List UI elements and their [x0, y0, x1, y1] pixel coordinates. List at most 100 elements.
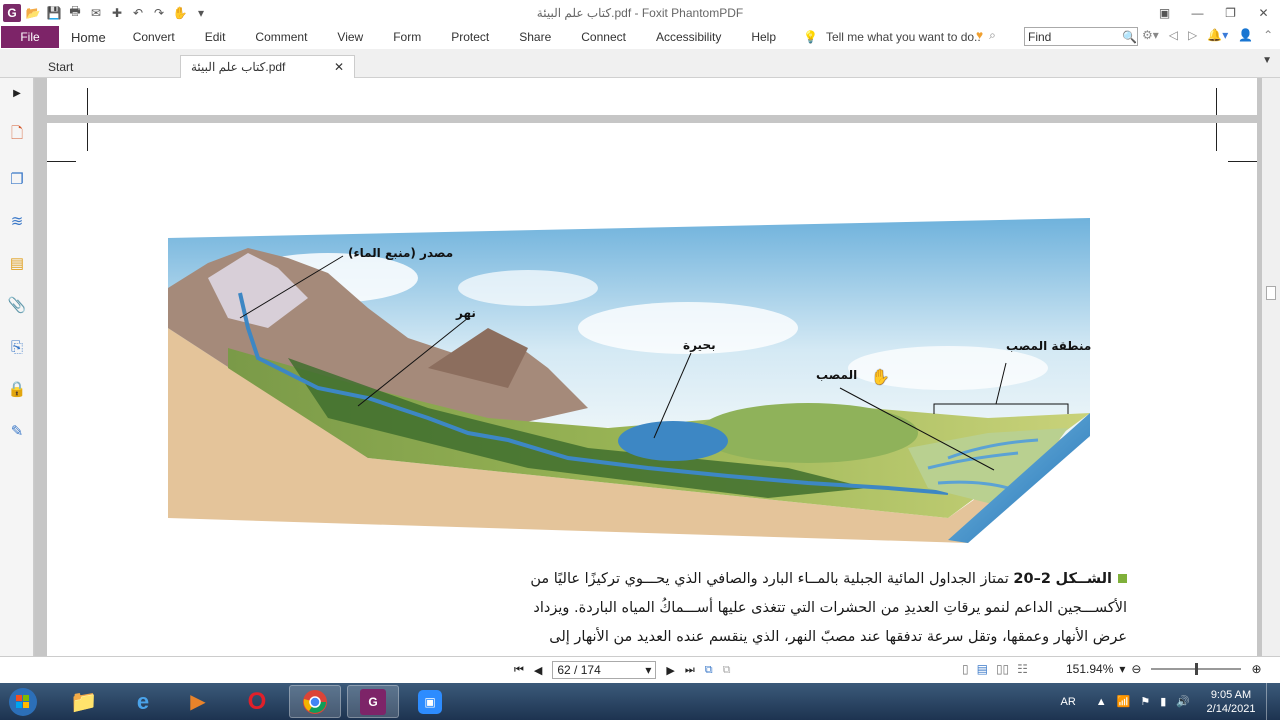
zoom-slider[interactable]	[1151, 663, 1242, 675]
zoom-slider-handle[interactable]	[1195, 663, 1199, 675]
email-icon[interactable]: ✉	[87, 4, 105, 22]
network-icon[interactable]: 📶	[1117, 695, 1131, 708]
tab-list-icon[interactable]: ▼	[1262, 55, 1272, 66]
redo-icon[interactable]: ↷	[150, 4, 168, 22]
previous-view-icon[interactable]: ⧉	[705, 664, 713, 677]
battery-icon[interactable]: ▮	[1160, 695, 1166, 708]
menu-home[interactable]: Home	[59, 30, 118, 45]
language-indicator[interactable]: AR	[1060, 696, 1075, 708]
open-icon[interactable]: 📂	[24, 4, 42, 22]
tell-me-box[interactable]: 💡 Tell me what you want to do..	[803, 30, 981, 44]
save-icon[interactable]: 💾	[45, 4, 63, 22]
tab-start[interactable]: Start	[38, 55, 178, 78]
menu-edit[interactable]: Edit	[190, 30, 241, 44]
search-icon[interactable]: 🔍	[1122, 30, 1137, 44]
expand-panel-icon[interactable]: ▶	[6, 82, 28, 104]
print-icon[interactable]: 🖶	[66, 4, 84, 22]
minimize-button[interactable]: —	[1181, 0, 1214, 25]
label-river: نهر	[456, 306, 476, 320]
page-navigation: ⏮ ◀ 62 / 174 ▾ ▶ ⏭ ⧉ ⧉	[514, 661, 730, 679]
user-icon[interactable]: 👤	[1238, 28, 1253, 42]
file-menu-button[interactable]: File	[1, 26, 59, 48]
continuous-page-icon[interactable]: ▤	[977, 662, 988, 676]
label-source: مصدر (منبع الماء)	[348, 246, 454, 260]
zoom-value[interactable]: 151.94%	[1066, 662, 1113, 676]
find-input[interactable]: Find 🔍	[1024, 27, 1138, 46]
caption-figure-number: 2–20	[1013, 571, 1051, 587]
security-icon[interactable]: 🔒	[6, 378, 28, 400]
signatures-icon[interactable]: ⎘	[6, 336, 28, 358]
menu-connect[interactable]: Connect	[566, 30, 641, 44]
bookmark-icon[interactable]: 🗋	[6, 124, 28, 146]
show-desktop-button[interactable]	[1266, 683, 1280, 720]
start-button[interactable]	[0, 685, 46, 718]
internet-explorer-icon[interactable]: e	[117, 685, 169, 718]
foxit-pdf-icon[interactable]: G	[347, 685, 399, 718]
hand-tool-icon[interactable]: ✋	[171, 4, 189, 22]
menu-share[interactable]: Share	[504, 30, 566, 44]
action-center-icon[interactable]: ⚑	[1140, 695, 1150, 708]
vertical-scrollbar[interactable]	[1262, 78, 1280, 656]
page-number-field[interactable]: 62 / 174 ▾	[552, 661, 657, 679]
next-page-icon[interactable]: ▶	[666, 664, 674, 677]
heart-icon[interactable]: ♥	[976, 28, 983, 43]
menu-form[interactable]: Form	[378, 30, 436, 44]
layers-icon[interactable]: ≋	[6, 210, 28, 232]
customize-icon[interactable]: ▾	[192, 4, 210, 22]
attachments-icon[interactable]: 📎	[6, 294, 28, 316]
figure-caption: الشــكل 2–20 تمتاز الجداول المائية الجبل…	[487, 565, 1127, 652]
close-tab-icon[interactable]: ✕	[334, 60, 344, 74]
zoom-app-icon[interactable]: ▣	[404, 685, 456, 718]
volume-icon[interactable]: 🔊	[1176, 695, 1190, 708]
back-icon[interactable]: ◁	[1169, 28, 1178, 42]
tab-document[interactable]: كتاب علم البيئة.pdf ✕	[180, 55, 355, 78]
first-page-icon[interactable]: ⏮	[514, 664, 524, 677]
ribbon-options-icon[interactable]: ▣	[1148, 0, 1181, 25]
zoom-control: 151.94% ▾ ⊖ ⊕	[1066, 662, 1262, 676]
tray-expand-icon[interactable]: ▲	[1096, 696, 1107, 708]
find-tool-icon[interactable]: ⌕	[989, 28, 996, 43]
zoom-dropdown-icon[interactable]: ▾	[1119, 662, 1125, 676]
forward-icon[interactable]: ▷	[1188, 28, 1197, 42]
windows-taskbar: 📁 e ▶ O G ▣ AR ▲ 📶 ⚑ ▮ 🔊 9:05 AM 2/14/20…	[0, 683, 1280, 720]
collapse-ribbon-icon[interactable]: ⌃	[1263, 28, 1273, 42]
document-viewer[interactable]: مصدر (منبع الماء) نهر بحيرة المصب منطقة …	[35, 78, 1262, 656]
tab-document-label: كتاب علم البيئة.pdf	[191, 60, 286, 74]
gear-icon[interactable]: ⚙▾	[1142, 28, 1159, 42]
continuous-facing-icon[interactable]: ☷	[1017, 662, 1028, 676]
zoom-in-icon[interactable]: ⊕	[1251, 662, 1261, 676]
hand-cursor-icon: ✋	[871, 369, 890, 386]
menu-accessibility[interactable]: Accessibility	[641, 30, 736, 44]
pdf-page: مصدر (منبع الماء) نهر بحيرة المصب منطقة …	[47, 123, 1257, 656]
zoom-out-icon[interactable]: ⊖	[1131, 662, 1141, 676]
media-player-icon[interactable]: ▶	[172, 685, 224, 718]
accessibility-check-icon[interactable]: ✎	[6, 420, 28, 442]
menu-protect[interactable]: Protect	[436, 30, 504, 44]
single-page-icon[interactable]: ▯	[962, 662, 969, 676]
restore-button[interactable]: ❐	[1214, 0, 1247, 25]
app-logo-icon[interactable]: G	[3, 3, 21, 22]
undo-icon[interactable]: ↶	[129, 4, 147, 22]
opera-icon[interactable]: O	[231, 685, 283, 718]
clock-date: 2/14/2021	[1206, 702, 1256, 715]
bell-icon[interactable]: 🔔▾	[1207, 28, 1228, 42]
facing-page-icon[interactable]: ▯▯	[996, 662, 1009, 676]
landscape-illustration	[168, 218, 1090, 543]
chrome-icon[interactable]	[289, 685, 341, 718]
scrollbar-thumb[interactable]	[1266, 286, 1276, 300]
menu-convert[interactable]: Convert	[118, 30, 190, 44]
new-icon[interactable]: ✚	[108, 4, 126, 22]
clock[interactable]: 9:05 AM 2/14/2021	[1196, 688, 1266, 716]
close-button[interactable]: ✕	[1247, 0, 1280, 25]
menu-help[interactable]: Help	[736, 30, 791, 44]
pages-icon[interactable]: ❐	[6, 168, 28, 190]
lake-shape	[618, 421, 728, 461]
menu-view[interactable]: View	[322, 30, 378, 44]
last-page-icon[interactable]: ⏭	[685, 664, 695, 677]
menu-comment[interactable]: Comment	[240, 30, 322, 44]
chevron-down-icon[interactable]: ▾	[645, 663, 651, 677]
file-explorer-icon[interactable]: 📁	[58, 685, 110, 718]
next-view-icon[interactable]: ⧉	[723, 664, 731, 677]
previous-page-icon[interactable]: ◀	[534, 664, 542, 677]
comments-icon[interactable]: ▤	[6, 252, 28, 274]
